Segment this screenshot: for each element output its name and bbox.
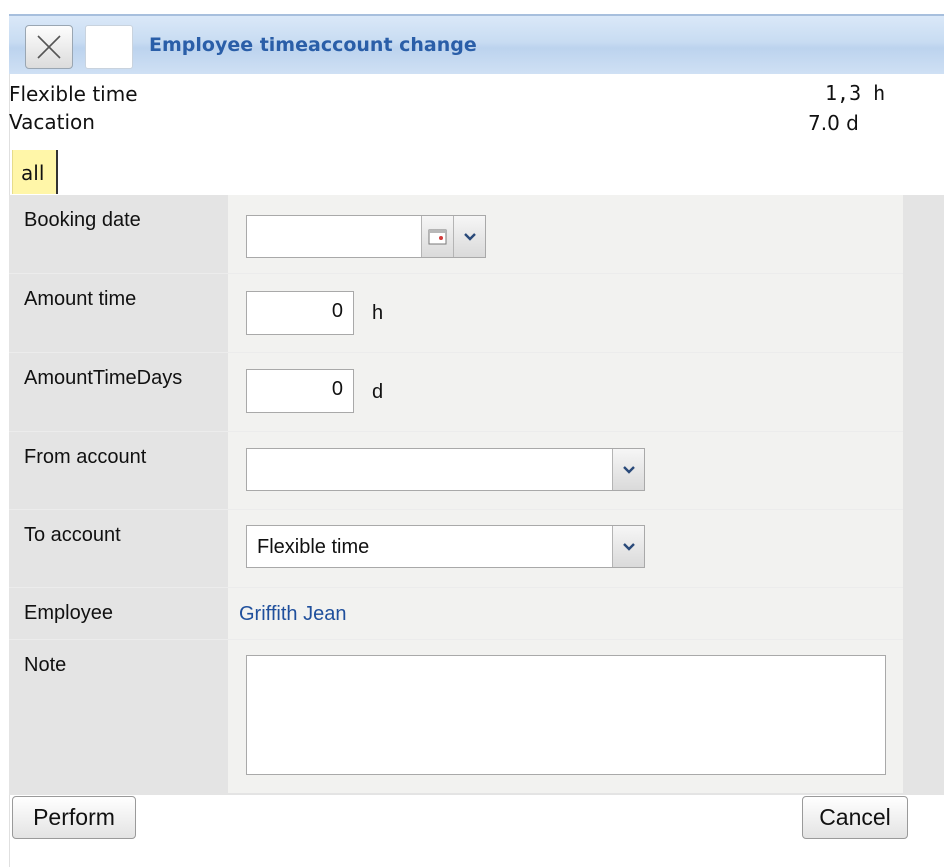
amount-time-input[interactable]: 0 (246, 291, 354, 335)
amount-time-days-cell: 0 d (228, 353, 903, 431)
balance-label-flexible-time: Flexible time (9, 82, 138, 106)
from-account-label: From account (9, 432, 228, 509)
row-from-account: From account (9, 432, 903, 510)
balance-label-vacation: Vacation (9, 110, 95, 134)
booking-date-dropdown-button[interactable] (453, 216, 485, 257)
to-account-dropdown-button[interactable] (612, 526, 644, 567)
blank-toolbar-button[interactable] (85, 25, 133, 69)
row-employee: Employee Griffith Jean (9, 588, 903, 640)
amount-time-days-label: AmountTimeDays (9, 353, 228, 431)
from-account-dropdown-button[interactable] (612, 449, 644, 490)
employee-link[interactable]: Griffith Jean (239, 603, 346, 626)
to-account-value: Flexible time (257, 536, 370, 558)
amount-time-days-input[interactable]: 0 (246, 369, 354, 413)
employee-label: Employee (9, 588, 228, 639)
tab-all[interactable]: all (12, 150, 58, 194)
perform-button[interactable]: Perform (12, 796, 136, 839)
row-to-account: To account Flexible time (9, 510, 903, 588)
amount-time-days-unit: d (372, 381, 384, 403)
booking-date-field[interactable] (246, 215, 486, 258)
note-cell (228, 640, 903, 793)
to-account-cell: Flexible time (228, 510, 903, 587)
row-booking-date: Booking date (9, 195, 903, 274)
employee-cell: Griffith Jean (228, 588, 903, 639)
close-button[interactable] (25, 25, 73, 69)
balance-value-flexible-time: 1,3 h (825, 81, 886, 105)
row-amount-time-days: AmountTimeDays 0 d (9, 353, 903, 432)
amount-time-label: Amount time (9, 274, 228, 352)
note-label: Note (9, 640, 228, 793)
row-note: Note (9, 640, 903, 793)
booking-date-cell (228, 195, 903, 273)
balance-value-vacation: 7.0 d (808, 111, 859, 135)
to-account-label: To account (9, 510, 228, 587)
amount-time-cell: 0 h (228, 274, 903, 352)
to-account-select[interactable]: Flexible time (246, 525, 645, 568)
form-panel: Booking date Amount time 0 h AmountTimeD… (9, 195, 944, 795)
chevron-down-icon (622, 542, 635, 551)
amount-time-unit: h (372, 302, 384, 324)
dialog-title: Employee timeaccount change (149, 34, 477, 56)
note-textarea[interactable] (246, 655, 886, 775)
calendar-button[interactable] (421, 216, 453, 257)
chevron-down-icon (463, 232, 476, 241)
close-icon (37, 35, 61, 59)
employee-timeaccount-dialog: Employee timeaccount change Flexible tim… (0, 0, 944, 867)
cancel-button[interactable]: Cancel (802, 796, 908, 839)
dialog-title-bar: Employee timeaccount change (9, 14, 944, 74)
booking-date-label: Booking date (9, 195, 228, 273)
from-account-select[interactable] (246, 448, 645, 491)
row-amount-time: Amount time 0 h (9, 274, 903, 353)
calendar-icon (428, 229, 446, 244)
from-account-cell (228, 432, 903, 509)
chevron-down-icon (622, 465, 635, 474)
